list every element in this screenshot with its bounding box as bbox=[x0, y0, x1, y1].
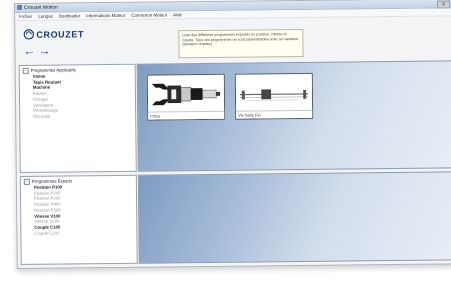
navigation-arrows: ← → bbox=[23, 44, 50, 58]
menu-item-bootloader[interactable]: Bootloader bbox=[59, 12, 80, 19]
menu-item-aide[interactable]: Aide bbox=[173, 11, 182, 18]
thumbnail-caption: Pince bbox=[148, 110, 225, 120]
thumbnail-pince[interactable]: Pince bbox=[146, 73, 226, 121]
close-window-button[interactable]: X bbox=[436, 0, 451, 9]
gripper-image bbox=[147, 75, 225, 114]
info-message-box: Liste des différents programmes exportés… bbox=[178, 28, 304, 59]
window-title: Crouzet Motion bbox=[24, 4, 58, 11]
tree-item-couple-c200: Couple C200 bbox=[34, 230, 60, 236]
thumbnail-vis-sans-fin[interactable]: Vis Sans Fin bbox=[234, 72, 314, 120]
expert-content-panel bbox=[137, 171, 451, 264]
programmes-experts-tree: − Programmes Experts Position P100 Posit… bbox=[19, 174, 138, 265]
lead-screw-image bbox=[235, 74, 313, 113]
crouzet-logo: CROUZET bbox=[23, 28, 84, 40]
menu-item-connexion-moteur[interactable]: Connexion Moteur bbox=[131, 11, 167, 18]
programmes-applicatifs-tree: − Programmes Applicatifs Vanne Tapis Rou… bbox=[18, 63, 137, 173]
forward-arrow-icon[interactable]: → bbox=[38, 44, 50, 58]
thumbnail-caption: Vis Sans Fin bbox=[236, 109, 313, 119]
menu-item-langue[interactable]: Langue bbox=[38, 13, 53, 20]
tree-item-decoupe: Découpe bbox=[33, 113, 51, 119]
back-arrow-icon[interactable]: ← bbox=[23, 44, 35, 58]
program-thumbnails-panel: Pince Vis Sans Fin bbox=[136, 60, 451, 172]
app-icon bbox=[17, 4, 23, 10]
menu-item-fichier[interactable]: Fichier bbox=[19, 13, 32, 20]
header-area: CROUZET ← → bbox=[15, 20, 145, 63]
application-window: Crouzet Motion X Fichier Langue Bootload… bbox=[14, 0, 451, 269]
collapse-icon[interactable]: − bbox=[23, 178, 30, 185]
menu-item-informations-moteur[interactable]: Informations Moteur bbox=[86, 12, 125, 19]
crouzet-swirl-icon bbox=[23, 29, 35, 40]
tree-root-label: Programmes Applicatifs bbox=[30, 67, 76, 73]
logo-text: CROUZET bbox=[36, 28, 85, 40]
collapse-icon[interactable]: − bbox=[22, 67, 29, 74]
